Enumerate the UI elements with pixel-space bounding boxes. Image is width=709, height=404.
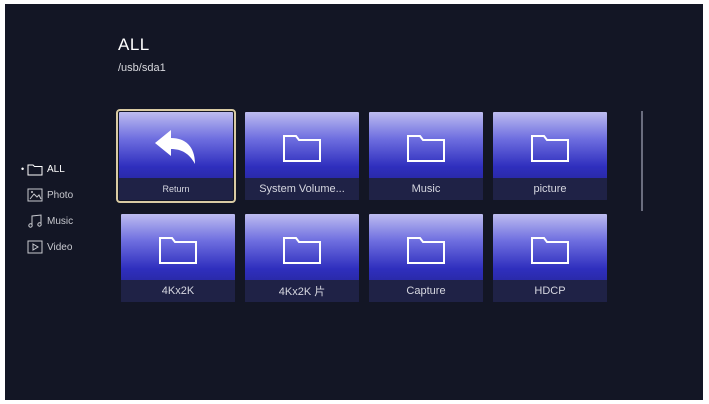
current-path: /usb/sda1: [118, 62, 166, 74]
folder-tile[interactable]: 4Kx2K 片: [245, 214, 359, 302]
photo-icon: [27, 188, 43, 202]
scrollbar[interactable]: [641, 111, 643, 211]
return-arrow-icon: [155, 130, 195, 164]
tile-label: Music: [369, 178, 483, 200]
sidebar-item-label: ALL: [47, 163, 65, 175]
page-title: ALL: [118, 35, 150, 54]
folder-tile[interactable]: System Volume...: [245, 112, 359, 200]
video-icon: [27, 240, 43, 254]
sidebar-item-label: Photo: [47, 189, 74, 201]
folder-tile[interactable]: Capture: [369, 214, 483, 302]
sidebar-item-music[interactable]: Music: [21, 208, 111, 234]
folder-icon: [531, 237, 569, 264]
sidebar-item-label: Music: [47, 215, 74, 227]
folder-icon: [407, 237, 445, 264]
folder-icon: [531, 135, 569, 162]
tile-label: Capture: [369, 280, 483, 302]
tile-label: 4Kx2K 片: [245, 280, 359, 302]
sidebar-item-photo[interactable]: Photo: [21, 182, 111, 208]
folder-tile[interactable]: picture: [493, 112, 607, 200]
folder-icon: [27, 164, 43, 176]
tile-label: HDCP: [493, 280, 607, 302]
sidebar-item-label: Video: [47, 241, 73, 253]
sidebar-item-video[interactable]: Video: [21, 234, 111, 260]
tile-label: Return: [119, 178, 233, 200]
folder-tile[interactable]: Music: [369, 112, 483, 200]
folder-icon: [407, 135, 445, 162]
sidebar: • ALL Photo Music Video: [21, 156, 111, 260]
folder-tile[interactable]: 4Kx2K: [121, 214, 235, 302]
media-browser-screen: ALL /usb/sda1 • ALL Photo Music Video Re…: [5, 4, 703, 400]
sidebar-item-all[interactable]: • ALL: [21, 156, 111, 182]
tile-label: System Volume...: [245, 178, 359, 200]
folder-icon: [159, 237, 197, 264]
folder-icon: [283, 237, 321, 264]
return-tile[interactable]: Return: [116, 109, 236, 203]
music-icon: [28, 214, 42, 228]
folder-icon: [283, 135, 321, 162]
tile-label: 4Kx2K: [121, 280, 235, 302]
folder-tile[interactable]: HDCP: [493, 214, 607, 302]
tile-label: picture: [493, 178, 607, 200]
